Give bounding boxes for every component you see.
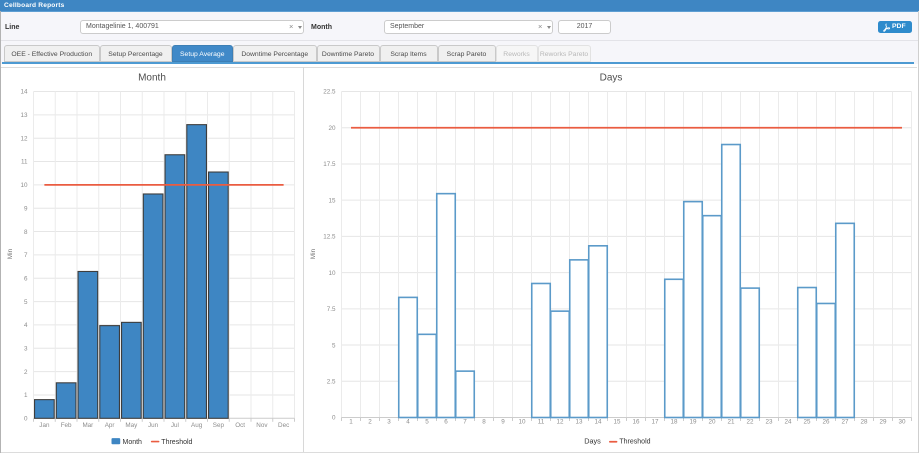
svg-text:0: 0 xyxy=(24,416,28,423)
svg-text:7: 7 xyxy=(24,252,28,259)
svg-text:7: 7 xyxy=(463,419,467,426)
svg-text:15: 15 xyxy=(613,419,621,426)
svg-text:Nov: Nov xyxy=(256,422,268,429)
svg-text:Days: Days xyxy=(584,437,601,446)
svg-text:21: 21 xyxy=(727,419,735,426)
svg-text:Feb: Feb xyxy=(61,422,72,429)
svg-text:5: 5 xyxy=(24,299,28,306)
svg-text:3: 3 xyxy=(24,345,28,352)
svg-text:16: 16 xyxy=(632,419,640,426)
svg-text:Jun: Jun xyxy=(148,422,159,429)
svg-text:Apr: Apr xyxy=(105,422,115,429)
svg-text:4: 4 xyxy=(406,419,410,426)
svg-text:3: 3 xyxy=(387,419,391,426)
svg-text:17: 17 xyxy=(651,419,659,426)
svg-text:6: 6 xyxy=(24,275,28,282)
svg-text:28: 28 xyxy=(860,419,868,426)
svg-text:2: 2 xyxy=(24,369,28,376)
svg-text:Oct: Oct xyxy=(235,422,245,429)
svg-text:17.5: 17.5 xyxy=(323,161,336,168)
svg-text:4: 4 xyxy=(24,322,28,329)
svg-text:5: 5 xyxy=(332,342,336,349)
svg-text:11: 11 xyxy=(538,419,545,426)
svg-text:0: 0 xyxy=(332,415,336,422)
svg-text:20: 20 xyxy=(708,419,716,426)
svg-text:Sep: Sep xyxy=(213,422,225,429)
svg-text:29: 29 xyxy=(879,419,887,426)
svg-text:23: 23 xyxy=(765,419,773,426)
svg-text:May: May xyxy=(125,422,138,429)
svg-text:10: 10 xyxy=(518,419,526,426)
svg-text:10: 10 xyxy=(20,182,28,189)
svg-text:Jul: Jul xyxy=(171,422,179,429)
svg-text:Threshold: Threshold xyxy=(161,439,192,446)
svg-text:5: 5 xyxy=(425,419,429,426)
svg-text:2.5: 2.5 xyxy=(327,378,336,385)
svg-text:2: 2 xyxy=(368,419,372,426)
svg-text:6: 6 xyxy=(444,419,448,426)
svg-text:8: 8 xyxy=(482,419,486,426)
svg-text:19: 19 xyxy=(689,419,697,426)
svg-text:30: 30 xyxy=(898,419,906,426)
svg-text:22: 22 xyxy=(746,419,754,426)
svg-text:25: 25 xyxy=(803,419,811,426)
svg-text:Days: Days xyxy=(600,73,623,84)
svg-text:13: 13 xyxy=(20,112,28,119)
svg-text:18: 18 xyxy=(670,419,678,426)
svg-text:1: 1 xyxy=(349,419,353,426)
svg-text:15: 15 xyxy=(328,197,336,204)
svg-text:26: 26 xyxy=(822,419,830,426)
svg-text:1: 1 xyxy=(24,392,28,399)
svg-text:14: 14 xyxy=(20,89,28,96)
svg-text:12: 12 xyxy=(20,135,28,142)
svg-text:Min: Min xyxy=(310,248,317,259)
svg-text:7.5: 7.5 xyxy=(327,306,336,313)
svg-text:24: 24 xyxy=(784,419,792,426)
svg-text:13: 13 xyxy=(575,419,583,426)
svg-text:27: 27 xyxy=(841,419,849,426)
svg-text:Month: Month xyxy=(138,73,166,84)
svg-text:9: 9 xyxy=(501,419,505,426)
svg-text:Min: Min xyxy=(7,248,14,259)
svg-text:11: 11 xyxy=(21,159,28,166)
svg-text:Mar: Mar xyxy=(82,422,93,429)
svg-text:9: 9 xyxy=(24,205,28,212)
svg-text:Threshold: Threshold xyxy=(619,439,650,446)
svg-text:20: 20 xyxy=(328,125,336,132)
svg-text:22.5: 22.5 xyxy=(323,89,336,96)
svg-text:12: 12 xyxy=(556,419,564,426)
svg-text:Month: Month xyxy=(123,439,143,446)
svg-text:Aug: Aug xyxy=(191,422,203,429)
svg-text:8: 8 xyxy=(24,229,28,236)
svg-text:12.5: 12.5 xyxy=(323,234,336,241)
svg-text:Jan: Jan xyxy=(39,422,50,429)
svg-text:14: 14 xyxy=(594,419,602,426)
svg-text:Dec: Dec xyxy=(278,422,289,429)
svg-text:10: 10 xyxy=(328,270,336,277)
